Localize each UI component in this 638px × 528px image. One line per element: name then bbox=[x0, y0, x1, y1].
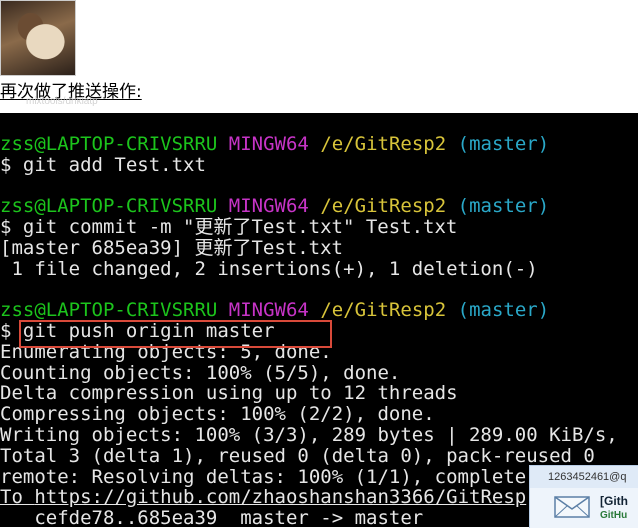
notification-account: 1263452461@q bbox=[530, 466, 638, 488]
prompt-path: /e/GitResp2 bbox=[320, 195, 447, 218]
prompt-branch: (master) bbox=[457, 299, 550, 322]
output-line: Writing objects: 100% (3/3), 289 bytes |… bbox=[0, 423, 618, 446]
command-line: $ git commit -m "更新了Test.txt" Test.txt bbox=[0, 215, 458, 238]
prompt-env: MINGW64 bbox=[228, 299, 309, 322]
prompt-branch: (master) bbox=[457, 132, 550, 155]
notification-title: [Gith bbox=[600, 494, 628, 508]
prompt-line: zss@LAPTOP-CRIVSRRU MINGW64 /e/GitResp2 … bbox=[0, 132, 638, 155]
prompt-branch: (master) bbox=[457, 195, 550, 218]
output-line: 1 file changed, 2 insertions(+), 1 delet… bbox=[0, 257, 538, 280]
command-line: $ git add Test.txt bbox=[0, 153, 206, 176]
output-line: Total 3 (delta 1), reused 0 (delta 0), p… bbox=[0, 444, 595, 467]
prompt-user: zss@LAPTOP-CRIVSRRU bbox=[0, 132, 218, 155]
mail-icon bbox=[554, 496, 590, 518]
output-line: Compressing objects: 100% (2/2), done. bbox=[0, 403, 435, 426]
prompt-env: MINGW64 bbox=[228, 132, 309, 155]
output-line: Counting objects: 100% (5/5), done. bbox=[0, 361, 401, 384]
prompt-path: /e/GitResp2 bbox=[320, 132, 447, 155]
push-command-line: $ git push origin master bbox=[0, 319, 275, 342]
prompt-user: zss@LAPTOP-CRIVSRRU bbox=[0, 299, 218, 322]
prompt-user: zss@LAPTOP-CRIVSRRU bbox=[0, 195, 218, 218]
prompt-path: /e/GitResp2 bbox=[320, 299, 447, 322]
avatar bbox=[0, 0, 76, 76]
to-prefix: To bbox=[0, 486, 35, 509]
prompt-line: zss@LAPTOP-CRIVSRRU MINGW64 /e/GitResp2 … bbox=[0, 196, 638, 217]
caption-ghost-text: mixtools/dhklatp bbox=[26, 96, 98, 107]
output-line: [master 685ea39] 更新了Test.txt bbox=[0, 236, 343, 259]
notification-subtitle: GitHu bbox=[600, 510, 628, 521]
remote-url-link[interactable]: https://github.com/zhaoshanshan3366/GitR… bbox=[34, 486, 526, 508]
prompt-env: MINGW64 bbox=[228, 195, 309, 218]
prompt-line: zss@LAPTOP-CRIVSRRU MINGW64 /e/GitResp2 … bbox=[0, 300, 638, 321]
output-line: Delta compression using up to 12 threads bbox=[0, 382, 458, 405]
output-line: Enumerating objects: 5, done. bbox=[0, 340, 332, 363]
qq-mail-notification[interactable]: 1263452461@q [Gith GitHu bbox=[529, 465, 638, 528]
